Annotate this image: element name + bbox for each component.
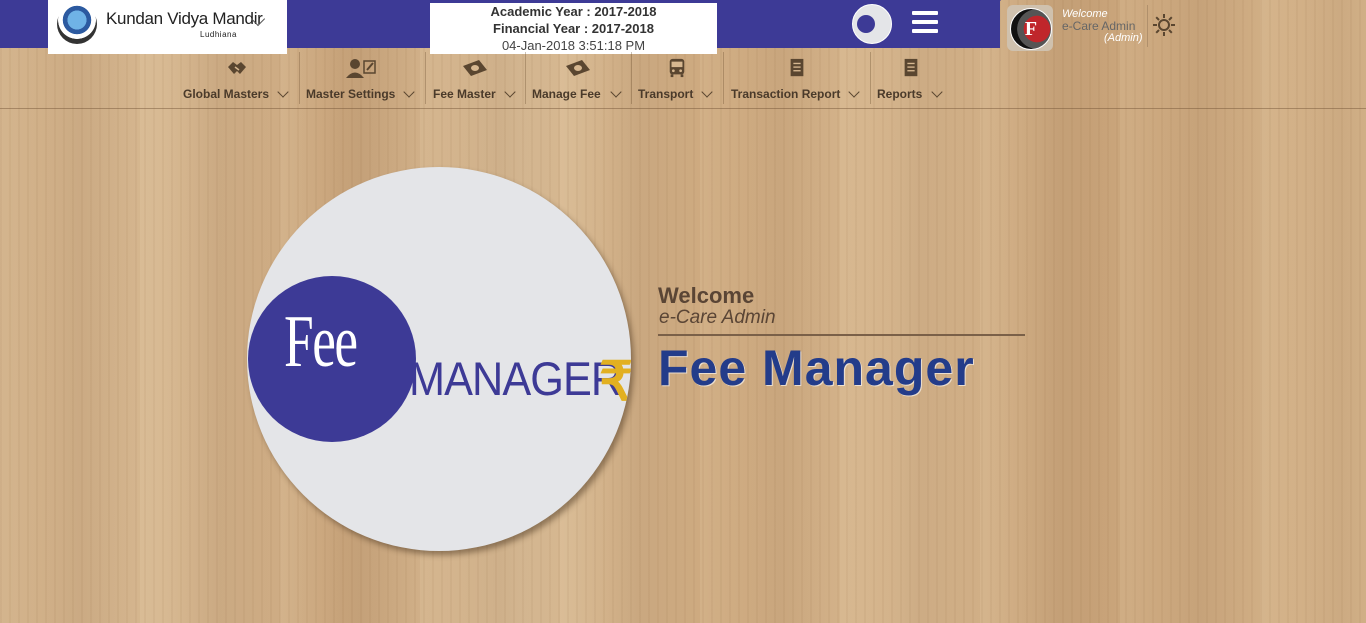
fee-manager-logo-icon[interactable]	[852, 4, 892, 44]
nav-manage-fee[interactable]: Manage Fee	[531, 54, 625, 106]
gear-icon[interactable]	[1152, 13, 1176, 37]
nav-divider	[723, 52, 724, 104]
report-icon	[904, 58, 918, 77]
app-title: Fee Manager	[658, 340, 975, 396]
report-icon	[790, 58, 803, 77]
school-name: Kundan Vidya Mandir	[106, 9, 263, 28]
nav-label: Master Settings	[306, 87, 396, 101]
school-logo-icon	[57, 4, 97, 44]
user-role: (Admin)	[1104, 32, 1143, 44]
nav-master-settings[interactable]: Master Settings	[304, 54, 418, 106]
nav-label: Global Masters	[183, 87, 270, 101]
nav-transaction-report[interactable]: Transaction Report	[729, 54, 864, 106]
chevron-down-icon	[610, 86, 622, 98]
fee-manager-logo: Fee MANAGER ₹	[247, 167, 631, 551]
handshake-icon	[228, 62, 246, 74]
nav-label: Fee Master	[433, 87, 496, 101]
money-icon	[566, 60, 590, 76]
rupee-icon: ₹	[599, 352, 631, 412]
user-name: e-Care Admin	[1062, 19, 1136, 33]
academic-year: Academic Year : 2017-2018	[490, 4, 657, 19]
school-selector[interactable]: Kundan Vidya Mandir Ludhiana	[48, 0, 287, 54]
bus-icon	[669, 58, 685, 78]
avatar[interactable]: F	[1007, 5, 1053, 51]
nav-divider	[631, 52, 632, 104]
chevron-down-icon	[848, 86, 860, 98]
session-info: Academic Year : 2017-2018 Financial Year…	[430, 3, 717, 54]
top-header: Kundan Vidya Mandir Ludhiana Academic Ye…	[0, 0, 1366, 54]
nav-transport[interactable]: Transport	[637, 54, 717, 106]
chevron-down-icon	[504, 86, 516, 98]
logo-manager-text: MANAGER	[409, 352, 622, 405]
nav-divider	[299, 52, 300, 104]
nav-divider	[425, 52, 426, 104]
nav-reports[interactable]: Reports	[876, 54, 946, 106]
header-slant	[955, 0, 1001, 48]
nav-label: Reports	[877, 87, 923, 101]
nav-global-masters[interactable]: Global Masters	[181, 54, 293, 106]
chevron-down-icon	[277, 86, 289, 98]
nav-divider	[525, 52, 526, 104]
logo-fee-text: Fee	[284, 301, 358, 383]
welcome-user: e-Care Admin	[659, 307, 776, 328]
nav-label: Transport	[638, 87, 694, 101]
avatar-image: F	[1010, 8, 1052, 50]
user-edit-icon	[346, 59, 376, 78]
hamburger-menu-icon[interactable]	[912, 11, 938, 33]
logo-disc	[857, 15, 875, 33]
chevron-down-icon	[403, 86, 415, 98]
welcome-heading: Welcome	[658, 283, 755, 308]
main-navbar: Global Masters Master Settings Fee Maste…	[0, 48, 1366, 109]
chevron-down-icon	[931, 86, 943, 98]
nav-label: Manage Fee	[532, 87, 601, 101]
divider	[658, 334, 1025, 336]
avatar-letter: F	[1024, 18, 1038, 40]
chevron-down-icon	[701, 86, 713, 98]
nav-label: Transaction Report	[731, 87, 841, 101]
nav-fee-master[interactable]: Fee Master	[431, 54, 519, 106]
nav-divider	[870, 52, 871, 104]
user-divider	[1147, 5, 1148, 47]
financial-year: Financial Year : 2017-2018	[493, 21, 654, 36]
school-city: Ludhiana	[200, 30, 237, 39]
money-icon	[463, 60, 487, 76]
